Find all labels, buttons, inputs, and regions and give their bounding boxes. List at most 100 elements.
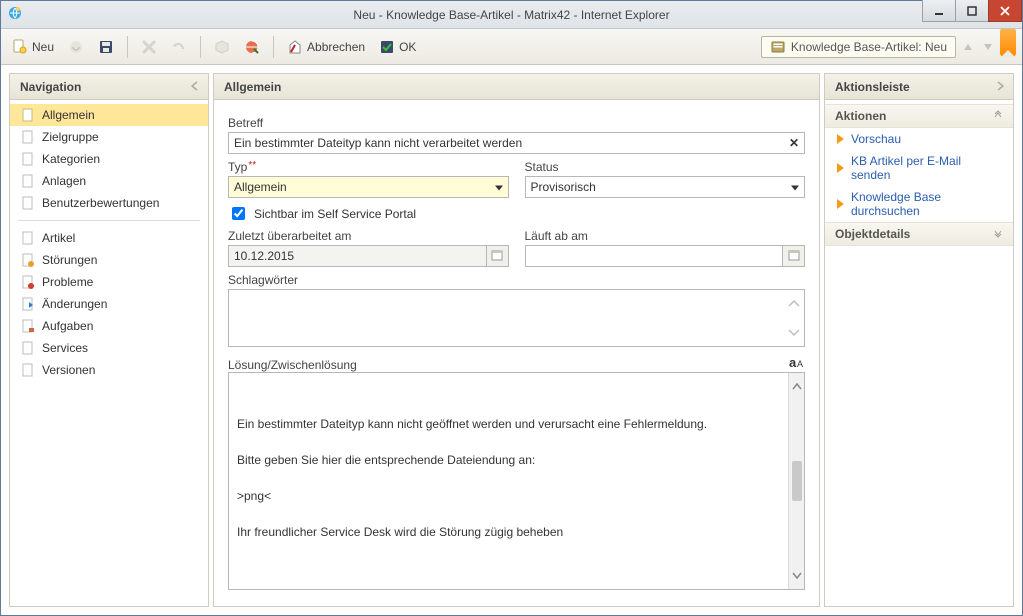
play-icon	[837, 134, 844, 144]
nav-label: Probleme	[42, 275, 93, 289]
status-select[interactable]: Provisorisch	[525, 176, 806, 198]
expires-input[interactable]	[525, 245, 784, 267]
collapse-section-icon	[993, 109, 1003, 123]
action-label: Vorschau	[851, 132, 901, 146]
typ-select[interactable]: Allgemein	[228, 176, 509, 198]
tags-label: Schlagwörter	[228, 273, 805, 287]
chevron-down-icon[interactable]	[788, 326, 800, 340]
nav-item-aenderungen[interactable]: Änderungen	[10, 293, 208, 315]
page-icon	[20, 230, 36, 246]
objektdetails-section-header[interactable]: Objektdetails	[825, 222, 1013, 246]
solution-textarea[interactable]: Ein bestimmter Dateityp kann nicht geöff…	[228, 372, 805, 590]
page-task-icon	[20, 318, 36, 334]
undo-icon	[171, 39, 187, 55]
page-icon	[20, 340, 36, 356]
window-titlebar: Neu - Knowledge Base-Artikel - Matrix42 …	[1, 1, 1022, 29]
ie-icon	[7, 5, 23, 24]
nav-item-allgemein[interactable]: Allgemein	[10, 104, 208, 126]
expires-date-picker-button[interactable]	[783, 245, 805, 267]
new-document-icon	[12, 39, 28, 55]
typ-label: Typ	[228, 160, 509, 174]
aktionen-section-header[interactable]: Aktionen	[825, 104, 1013, 128]
play-icon	[837, 199, 844, 209]
nav-item-bewertungen[interactable]: Benutzerbewertungen	[10, 192, 208, 214]
form-title: Allgemein	[224, 80, 281, 94]
svg-text:a: a	[789, 355, 797, 369]
nav-label: Allgemein	[42, 108, 95, 122]
delete-icon	[141, 39, 157, 55]
breadcrumb-up-button[interactable]	[960, 37, 976, 57]
cancel-button[interactable]: Abbrechen	[282, 36, 370, 58]
action-label: KB Artikel per E-Mail senden	[851, 154, 1001, 182]
collapse-actions-icon[interactable]	[995, 80, 1005, 94]
edited-label: Zuletzt überarbeitet am	[228, 229, 509, 243]
expires-label: Läuft ab am	[525, 229, 806, 243]
tags-input[interactable]	[228, 289, 805, 347]
window-title: Neu - Knowledge Base-Artikel - Matrix42 …	[353, 8, 669, 22]
nav-label: Änderungen	[42, 297, 107, 311]
ok-icon	[379, 39, 395, 55]
solution-scrollbar[interactable]	[788, 373, 804, 589]
page-icon	[20, 129, 36, 145]
calendar-icon	[788, 249, 800, 264]
bookmark-icon[interactable]	[1000, 29, 1016, 57]
action-search-kb[interactable]: Knowledge Base durchsuchen	[825, 186, 1013, 222]
main-toolbar: Neu Abbrechen OK Knowledge Base-Artikel:…	[1, 29, 1022, 65]
action-email[interactable]: KB Artikel per E-Mail senden	[825, 150, 1013, 186]
edited-date-picker-button[interactable]	[487, 245, 509, 267]
nav-item-zielgruppe[interactable]: Zielgruppe	[10, 126, 208, 148]
refresh-icon	[68, 39, 84, 55]
package-button[interactable]	[209, 36, 235, 58]
chevron-up-icon[interactable]	[788, 296, 800, 310]
page-icon	[20, 362, 36, 378]
font-format-icon[interactable]: aA	[789, 355, 805, 372]
aktionen-label: Aktionen	[835, 109, 886, 123]
nav-item-stoerungen[interactable]: Störungen	[10, 249, 208, 271]
actions-header: Aktionsleiste	[825, 74, 1013, 100]
status-label: Status	[525, 160, 806, 174]
page-icon	[20, 173, 36, 189]
nav-item-probleme[interactable]: Probleme	[10, 271, 208, 293]
scroll-thumb[interactable]	[792, 461, 802, 501]
nav-item-services[interactable]: Services	[10, 337, 208, 359]
nav-divider	[18, 220, 200, 221]
scroll-down-icon[interactable]	[792, 567, 802, 585]
nav-label: Anlagen	[42, 174, 86, 188]
nav-label: Störungen	[42, 253, 97, 267]
scroll-up-icon[interactable]	[792, 377, 802, 395]
objektdetails-label: Objektdetails	[835, 227, 910, 241]
window-maximize-button[interactable]	[955, 0, 989, 22]
navigation-header: Navigation	[10, 74, 208, 100]
nav-item-aufgaben[interactable]: Aufgaben	[10, 315, 208, 337]
clear-betreff-icon[interactable]: ✕	[789, 136, 799, 150]
nav-item-kategorien[interactable]: Kategorien	[10, 148, 208, 170]
solution-text: Ein bestimmter Dateityp kann nicht geöff…	[237, 415, 786, 590]
ok-button[interactable]: OK	[374, 36, 421, 58]
breadcrumb[interactable]: Knowledge Base-Artikel: Neu	[761, 36, 956, 58]
save-button[interactable]	[93, 36, 119, 58]
refresh-button[interactable]	[63, 36, 89, 58]
undo-button[interactable]	[166, 36, 192, 58]
action-vorschau[interactable]: Vorschau	[825, 128, 1013, 150]
visible-checkbox[interactable]	[232, 207, 245, 220]
form-header: Allgemein	[214, 74, 819, 100]
delete-button[interactable]	[136, 36, 162, 58]
nav-label: Artikel	[42, 231, 75, 245]
page-icon	[20, 151, 36, 167]
collapse-nav-icon[interactable]	[190, 80, 200, 94]
play-icon	[837, 163, 844, 173]
window-close-button[interactable]	[988, 0, 1022, 22]
betreff-input[interactable]	[228, 132, 805, 154]
breadcrumb-down-button[interactable]	[980, 37, 996, 57]
globe-button[interactable]	[239, 36, 265, 58]
new-button[interactable]: Neu	[7, 36, 59, 58]
save-icon	[98, 39, 114, 55]
page-error-icon	[20, 274, 36, 290]
package-icon	[214, 39, 230, 55]
nav-item-artikel[interactable]: Artikel	[10, 227, 208, 249]
kb-article-icon	[770, 39, 786, 55]
nav-item-anlagen[interactable]: Anlagen	[10, 170, 208, 192]
nav-item-versionen[interactable]: Versionen	[10, 359, 208, 381]
cancel-button-label: Abbrechen	[307, 40, 365, 54]
window-minimize-button[interactable]	[922, 0, 956, 22]
